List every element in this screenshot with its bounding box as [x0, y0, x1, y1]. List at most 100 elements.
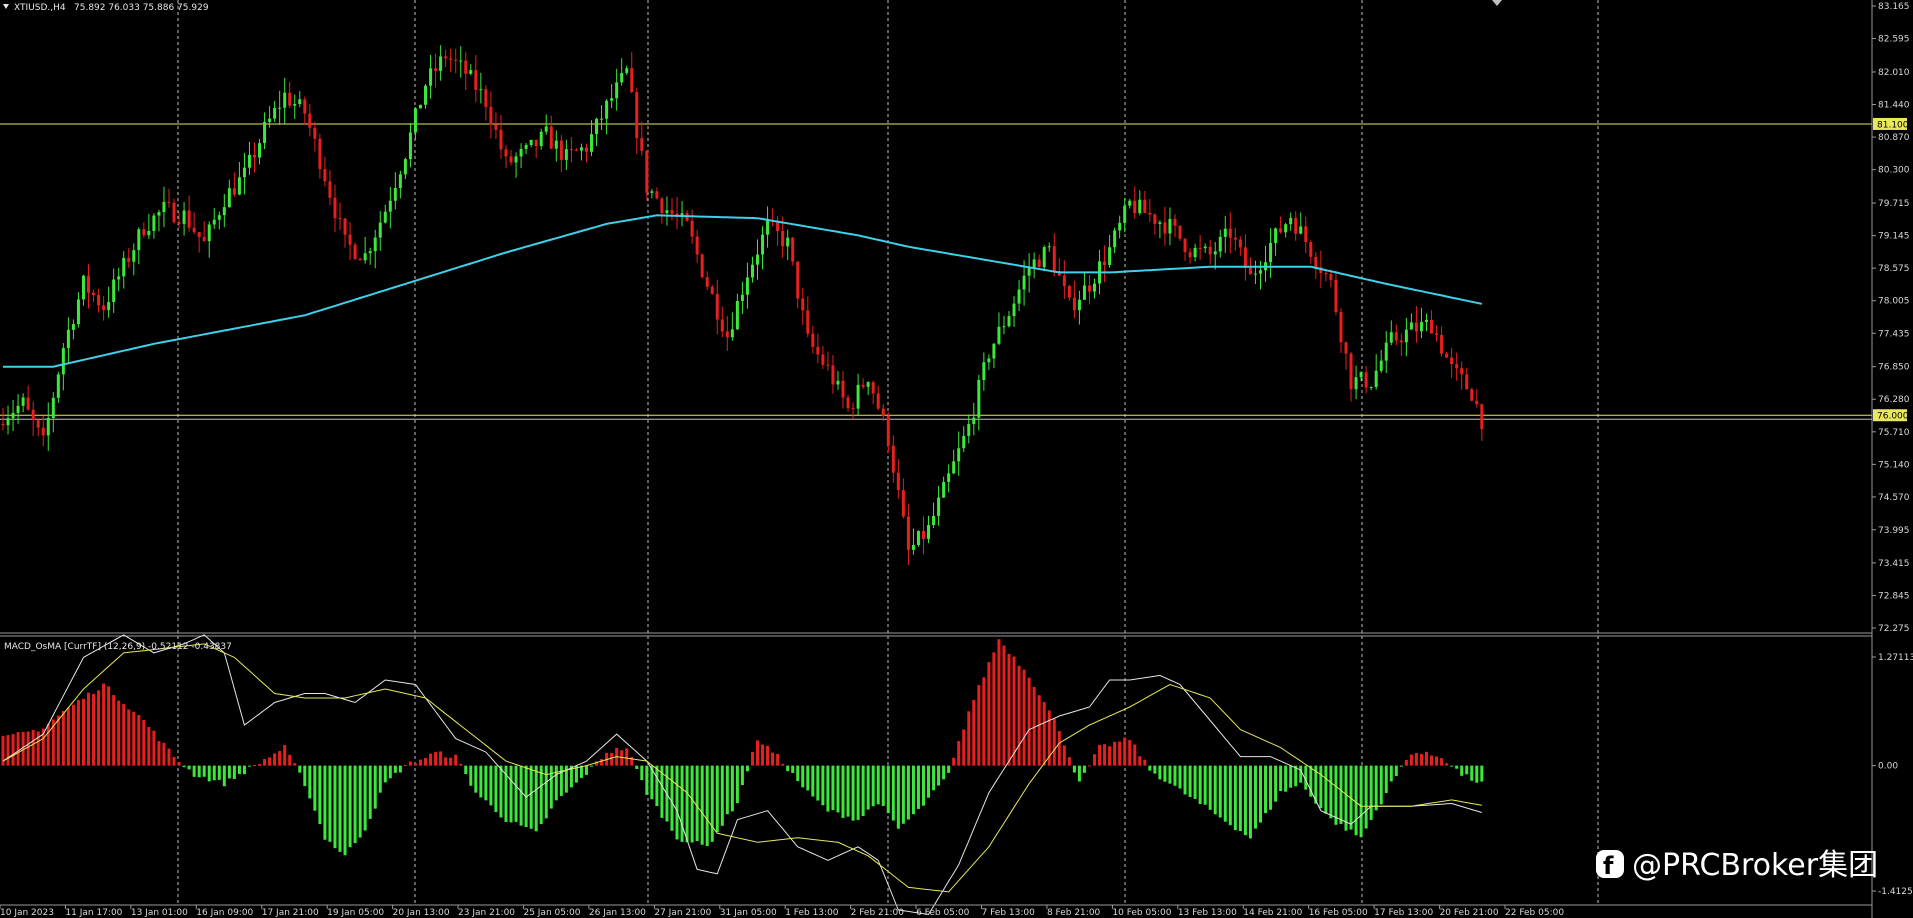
candle-body [1445, 353, 1449, 358]
osma-bar [1455, 765, 1459, 769]
time-label: 27 Jan 21:00 [654, 908, 711, 918]
osma-bar [26, 731, 30, 766]
time-label: 26 Jan 13:00 [589, 908, 646, 918]
time-label: 11 Jan 17:00 [65, 908, 122, 918]
candle-body [670, 210, 674, 214]
osma-bar [1465, 765, 1469, 775]
candle-body [253, 154, 256, 158]
candle-body [1072, 297, 1076, 311]
osma-bar [932, 765, 936, 791]
candle-body [756, 254, 759, 265]
candle-body [26, 397, 30, 410]
candle-body [1364, 372, 1368, 388]
price-chart[interactable]: 83.165 82.595 82.010 81.440 80.870 80.300 79.7… [0, 0, 1913, 918]
osma-bar [1243, 765, 1247, 836]
time-label: 6 Feb 05:00 [916, 908, 970, 918]
candle-body [112, 279, 116, 303]
osma-bar [1409, 754, 1413, 766]
candle-body [142, 229, 146, 236]
osma-bar [353, 765, 357, 844]
osma-bar [378, 765, 382, 793]
osma-bar [227, 765, 231, 779]
symbol-label: XTIUSD.,H4 [14, 3, 66, 13]
candle-body [459, 60, 463, 62]
osma-bar [76, 700, 80, 766]
candle-body [766, 220, 770, 235]
candle-body [514, 156, 518, 163]
candle-body [1253, 273, 1257, 275]
time-label: 1 Feb 13:00 [785, 908, 839, 918]
watermark-text: @PRCBroker集团 [1632, 848, 1878, 883]
osma-bar [856, 765, 860, 820]
candle-body [1274, 228, 1278, 243]
candle-body [232, 188, 236, 195]
candle-body [469, 70, 473, 74]
candle-body [1077, 299, 1081, 311]
candle-body [579, 147, 583, 151]
price-label: 80.870 [1878, 133, 1910, 143]
osma-bar [1334, 765, 1338, 825]
osma-bar [368, 765, 372, 819]
osma-bar [796, 765, 800, 782]
candle-body [1138, 199, 1142, 214]
price-label: 72.845 [1878, 591, 1910, 601]
candle-body [152, 215, 156, 231]
candle-body [36, 420, 40, 428]
candle-body [308, 113, 312, 128]
candle-body [921, 531, 925, 540]
osma-bar [283, 745, 287, 766]
osma-bar [288, 754, 292, 766]
osma-bar [197, 765, 201, 778]
candle-body [620, 72, 624, 83]
candle-body [268, 118, 272, 122]
candle-body [137, 229, 141, 251]
osma-bar [1133, 744, 1137, 766]
osma-bar [1470, 765, 1474, 781]
time-label: 14 Feb 21:00 [1243, 908, 1302, 918]
osma-bar [157, 741, 161, 766]
candle-body [187, 210, 191, 228]
candle-body [977, 380, 981, 418]
candle-body [725, 331, 729, 338]
time-label: 20 Jan 13:00 [393, 908, 450, 918]
osma-bar [675, 765, 679, 840]
osma-bar [1208, 765, 1212, 810]
osma-bar [645, 765, 649, 795]
price-label: 72.275 [1878, 624, 1910, 634]
osma-bar [66, 707, 70, 766]
osma-bar [338, 765, 342, 852]
osma-bar [92, 693, 96, 766]
candle-body [504, 149, 508, 157]
osma-bar [670, 765, 674, 831]
osma-bar [182, 765, 186, 768]
candle-body [972, 417, 976, 425]
candle-body [1304, 226, 1308, 243]
candle-body [1163, 222, 1167, 234]
candle-body [1017, 289, 1021, 304]
candle-body [41, 427, 45, 436]
candle-body [957, 448, 961, 462]
osma-bar [318, 765, 322, 825]
candle-body [715, 293, 719, 320]
osma-bar [635, 765, 639, 770]
candle-body [871, 382, 875, 394]
candle-body [584, 147, 588, 152]
osma-bar [232, 765, 236, 780]
candle-body [635, 92, 639, 139]
candle-body [258, 143, 262, 158]
osma-bar [952, 757, 956, 766]
osma-bar [967, 711, 971, 766]
candle-body [107, 302, 111, 311]
svg-text:f: f [1603, 852, 1614, 880]
candle-body [947, 473, 951, 482]
candle-body [318, 138, 322, 170]
candle-body [328, 181, 332, 198]
candle-body [1233, 237, 1237, 240]
candle-body [856, 384, 860, 409]
candle-body [605, 100, 609, 119]
candle-body [46, 417, 50, 436]
candle-body [358, 258, 362, 261]
candle-body [353, 244, 357, 259]
candle-body [1384, 342, 1388, 361]
candle-body [313, 127, 317, 139]
